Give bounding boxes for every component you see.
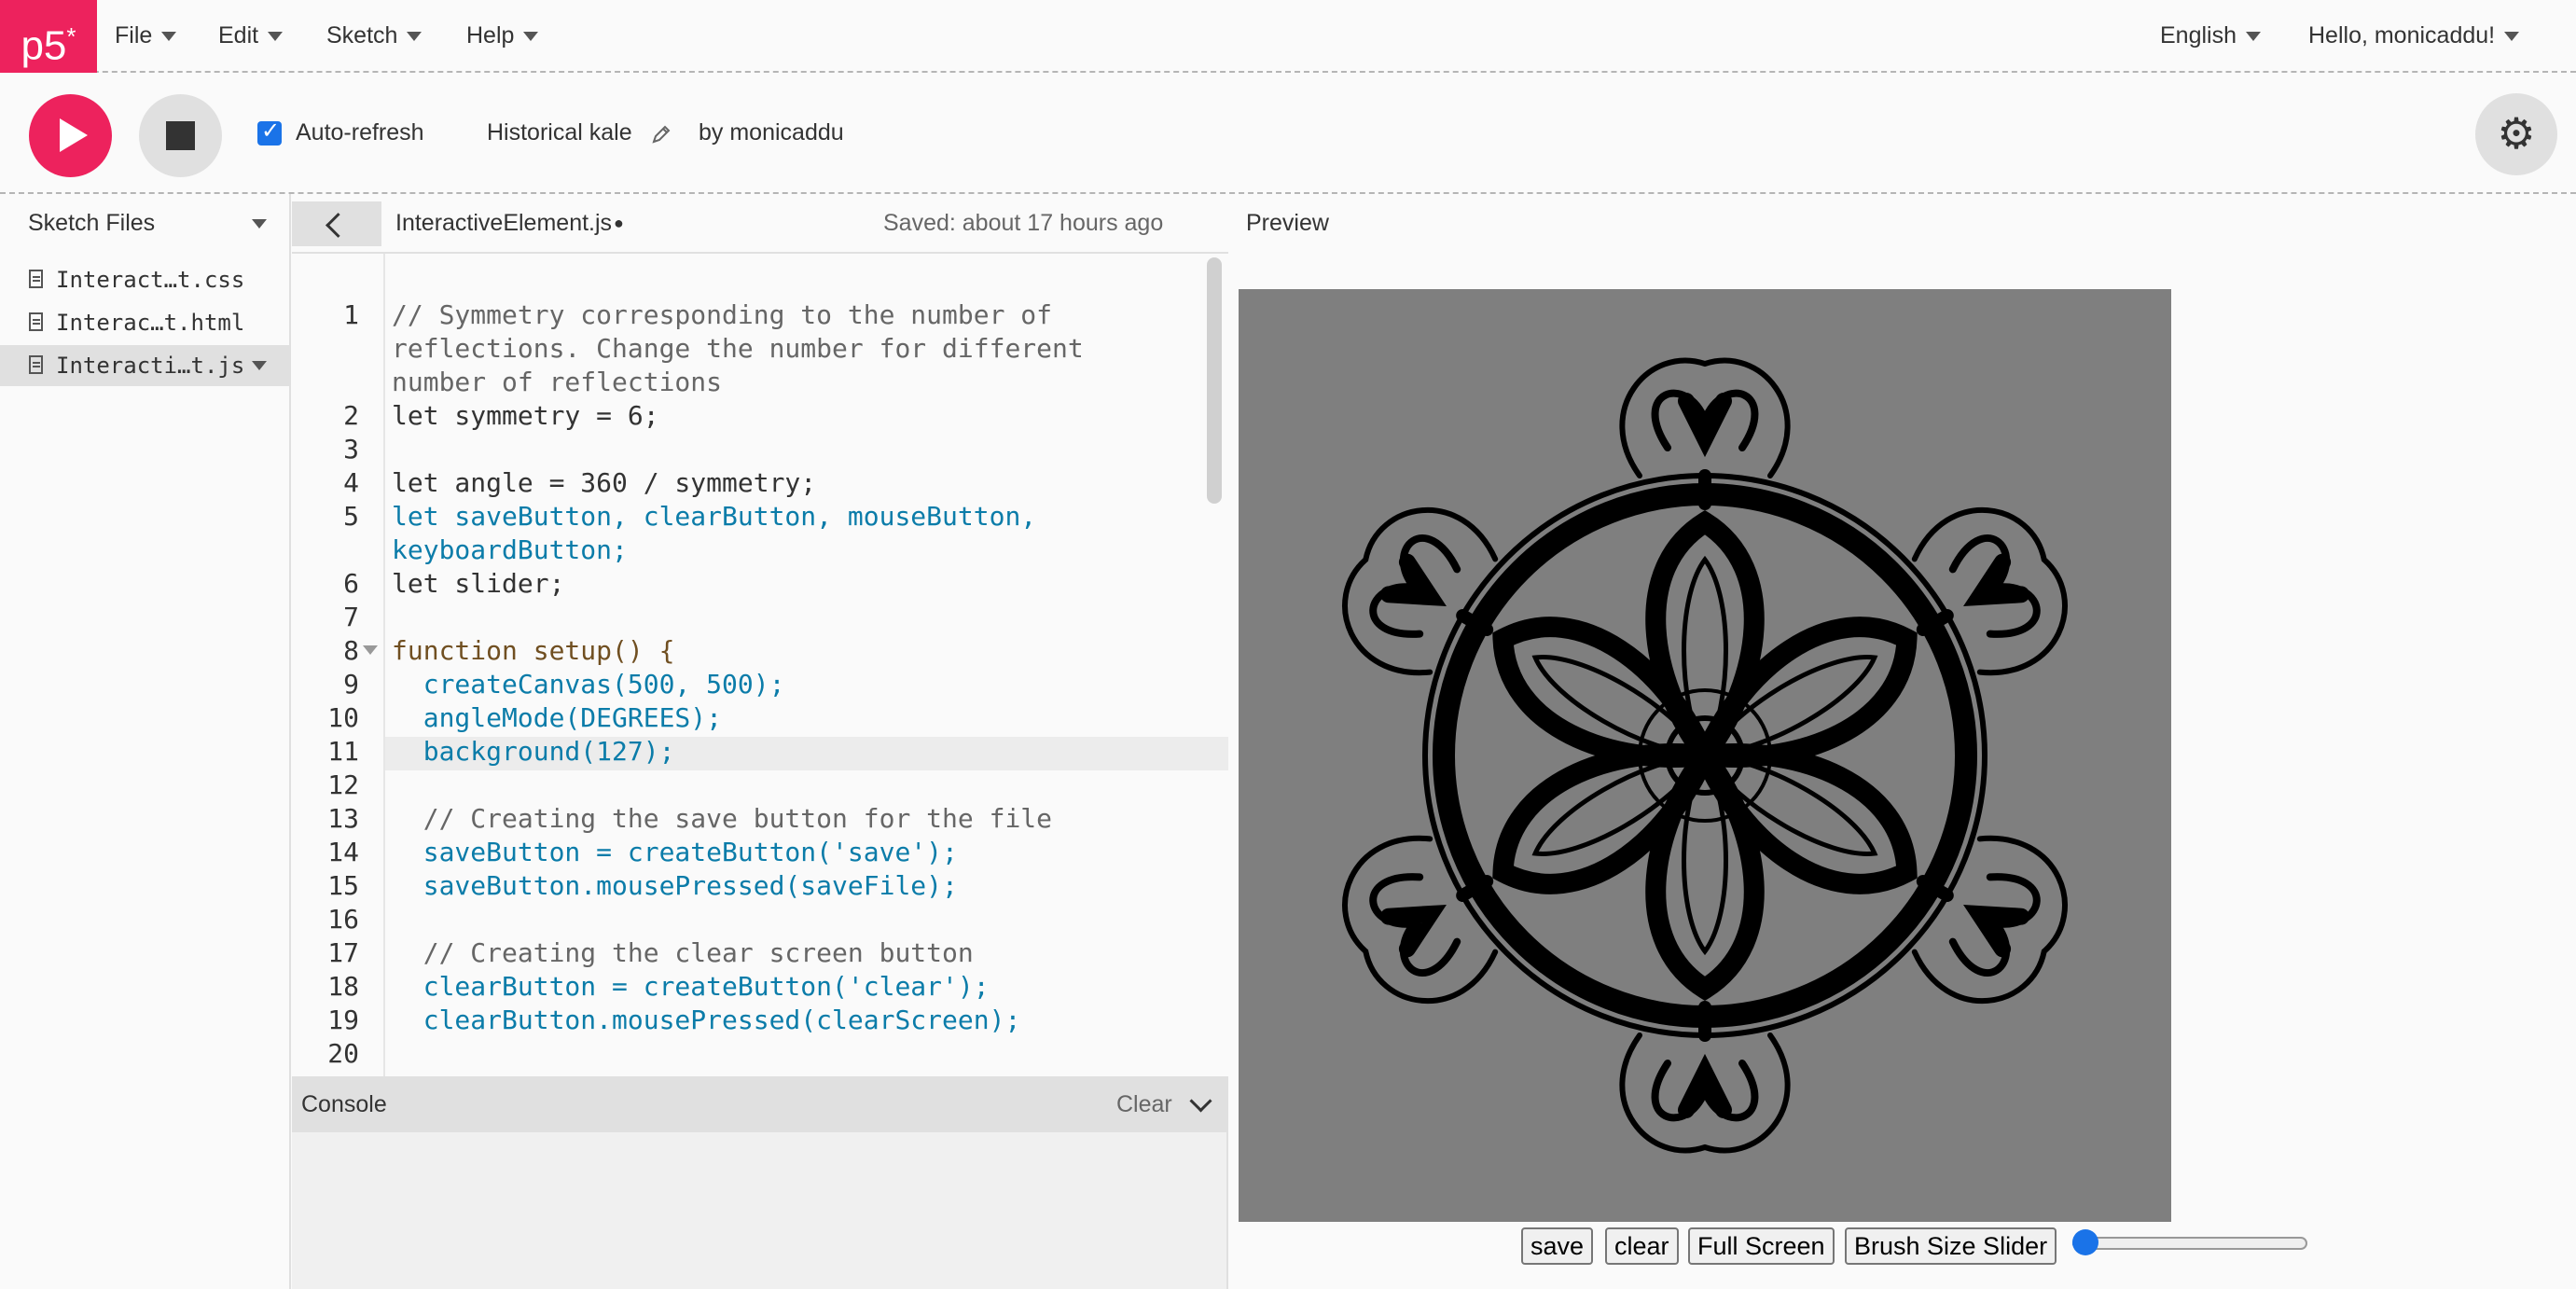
line-number: 4 [343, 467, 359, 498]
line-number: 2 [343, 400, 359, 431]
file-icon [29, 270, 43, 288]
stop-button[interactable] [139, 94, 222, 177]
file-item-html[interactable]: Interac…t.html [0, 302, 289, 343]
code-line: saveButton.mousePressed(saveFile); [392, 870, 958, 901]
code-line: number of reflections [392, 367, 723, 397]
line-number: 15 [327, 870, 359, 901]
code-line: let angle = 360 / symmetry; [392, 467, 817, 498]
console-title: Console [301, 1091, 387, 1117]
console-clear-button[interactable]: Clear [1116, 1076, 1172, 1132]
menu-file[interactable]: File [115, 0, 177, 71]
file-icon [29, 355, 43, 374]
chevron-down-icon [252, 219, 267, 229]
line-number: 20 [327, 1038, 359, 1069]
line-number: 5 [343, 501, 359, 532]
editor-filename[interactable]: InteractiveElement.js ● [395, 194, 624, 252]
auto-refresh-checkbox[interactable] [257, 118, 282, 146]
sketch-canvas[interactable] [1239, 289, 2171, 1222]
menu-sketch[interactable]: Sketch [326, 0, 422, 71]
brush-size-slider[interactable] [2072, 1237, 2307, 1250]
code-line: createCanvas(500, 500); [392, 669, 785, 700]
save-status: Saved: about 17 hours ago [883, 210, 1164, 236]
p5-logo[interactable]: p5* [0, 0, 97, 73]
sidebar-header[interactable]: Sketch Files [0, 194, 289, 252]
mandala-drawing [1239, 357, 2171, 1222]
console-header: Console Clear [292, 1076, 1228, 1132]
line-number: 7 [343, 602, 359, 632]
code-line: let slider; [392, 568, 565, 599]
clear-button[interactable]: clear [1605, 1227, 1679, 1265]
menu-help[interactable]: Help [466, 0, 539, 71]
code-line: // Creating the save button for the file [392, 803, 1053, 834]
auto-refresh-label[interactable]: Auto-refresh [296, 119, 424, 146]
line-number: 12 [327, 769, 359, 800]
code-line: function setup() { [392, 635, 675, 666]
line-number: 16 [327, 904, 359, 935]
user-menu[interactable]: Hello, monicaddu! [2308, 0, 2520, 71]
save-button[interactable]: save [1521, 1227, 1594, 1265]
sketch-toolbar: Auto-refresh Historical kale by monicadd… [0, 73, 2576, 194]
code-line: clearButton = createButton('clear'); [392, 971, 990, 1002]
preview-title: Preview [1246, 210, 1329, 236]
play-button[interactable] [29, 94, 112, 177]
code-line: let saveButton, clearButton, mouseButton… [392, 501, 1037, 532]
brush-size-slider-button[interactable]: Brush Size Slider [1845, 1227, 2057, 1265]
code-line: reflections. Change the number for diffe… [392, 333, 1084, 364]
full-screen-button[interactable]: Full Screen [1688, 1227, 1835, 1265]
line-number: 18 [327, 971, 359, 1002]
code-line: saveButton = createButton('save'); [392, 837, 958, 867]
chevron-down-icon[interactable] [1189, 1089, 1212, 1113]
chevron-down-icon [523, 32, 539, 42]
line-number: 9 [343, 669, 359, 700]
line-number: 10 [327, 702, 359, 733]
line-number: 11 [327, 736, 359, 767]
code-line: clearButton.mousePressed(clearScreen); [392, 1005, 1021, 1035]
pencil-icon[interactable] [651, 124, 672, 145]
menu-edit[interactable]: Edit [218, 0, 284, 71]
code-line: // Symmetry corresponding to the number … [392, 299, 1053, 330]
unsaved-dot-icon: ● [614, 214, 624, 232]
line-number: 8 [343, 635, 359, 666]
code-editor[interactable]: 1 2 3 4 5 6 7 8 9 10 11 12 13 14 15 16 1… [292, 252, 1228, 1076]
language-menu[interactable]: English [2160, 0, 2261, 71]
settings-gear-icon[interactable]: ⚙ [2475, 93, 2557, 175]
chevron-down-icon [2246, 32, 2261, 42]
sketch-name[interactable]: Historical kale [487, 119, 632, 146]
file-icon [29, 312, 43, 331]
line-number: 19 [327, 1005, 359, 1035]
top-nav: p5* File Edit Sketch Help English Hello,… [0, 0, 2576, 73]
console-output [292, 1132, 1228, 1289]
fold-arrow-icon[interactable] [363, 645, 378, 655]
line-number: 3 [343, 434, 359, 464]
file-item-css[interactable]: Interact…t.css [0, 259, 289, 300]
code-line: angleMode(DEGREES); [392, 702, 723, 733]
file-sidebar: Sketch Files Interact…t.css Interac…t.ht… [0, 194, 291, 1289]
file-item-js[interactable]: Interacti…t.js [0, 345, 289, 386]
line-number: 6 [343, 568, 359, 599]
line-number: 14 [327, 837, 359, 867]
code-line: keyboardButton; [392, 534, 628, 565]
collapse-sidebar-button[interactable] [292, 201, 381, 246]
chevron-down-icon [268, 32, 284, 42]
line-number: 13 [327, 803, 359, 834]
code-line: let symmetry = 6; [392, 400, 659, 431]
chevron-down-icon [161, 32, 177, 42]
line-number: 1 [343, 299, 359, 330]
chevron-down-icon[interactable] [252, 361, 267, 370]
chevron-down-icon [407, 32, 422, 42]
brush-size-slider-handle[interactable] [2072, 1229, 2098, 1255]
chevron-down-icon [2504, 32, 2520, 42]
line-number: 17 [327, 937, 359, 968]
editor-scrollbar[interactable] [1207, 257, 1222, 504]
code-line: // Creating the clear screen button [392, 937, 974, 968]
code-line: background(127); [392, 736, 675, 767]
sketch-author: by monicaddu [699, 119, 844, 146]
